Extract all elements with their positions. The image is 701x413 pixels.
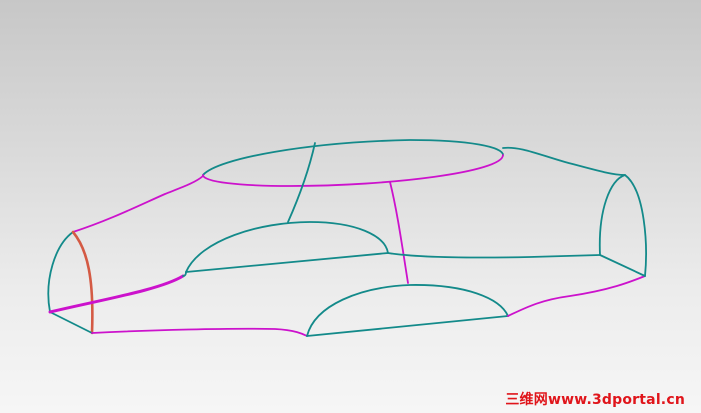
body-bottom-front-edge: [91, 327, 308, 337]
wireframe-model[interactable]: [0, 0, 701, 413]
roof-ellipse-back-arc: [202, 139, 504, 176]
tail-arch: [598, 174, 647, 277]
cad-viewport[interactable]: 三维网www.3dportal.cn: [0, 0, 701, 413]
rear-body-lower-line: [306, 315, 509, 337]
cockpit-hump: [185, 221, 389, 273]
tail-base-edge: [599, 254, 646, 277]
nose-arch: [47, 231, 74, 313]
roof-center-link: [287, 142, 316, 223]
rear-wheel-hump: [306, 284, 509, 337]
body-mid-line: [185, 252, 389, 273]
nose-base-left-edge: [49, 311, 93, 334]
rear-top-contour: [502, 146, 626, 176]
nose-upper-edge: [72, 175, 204, 233]
roof-right-pillar: [389, 181, 409, 284]
body-right-side-line: [387, 252, 601, 259]
site-watermark: 三维网www.3dportal.cn: [505, 392, 685, 408]
roof-ellipse-front-arc: [202, 154, 504, 187]
rear-bottom-edge: [507, 275, 646, 317]
nose-red-curve: [71, 230, 94, 335]
nose-side-highlight: [48, 274, 185, 314]
